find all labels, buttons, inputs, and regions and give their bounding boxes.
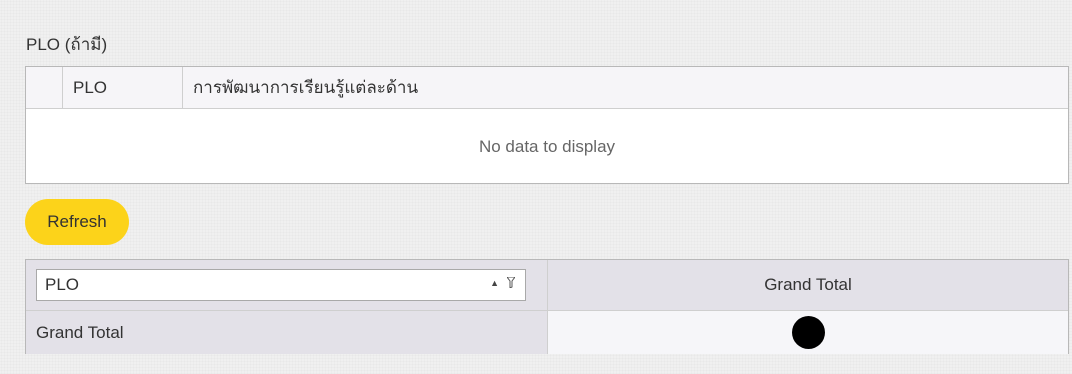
column-grand-total-header: Grand Total bbox=[548, 260, 1068, 310]
field-label: PLO bbox=[45, 275, 80, 294]
pivot-grid: PLO ▲ Grand Total Grand Total bbox=[25, 259, 1069, 354]
plo-grid: PLO การพัฒนาการเรียนรู้แต่ละด้าน No data… bbox=[25, 66, 1069, 184]
column-header-plo[interactable]: PLO bbox=[63, 67, 183, 108]
filter-icon[interactable] bbox=[507, 277, 515, 288]
row-area: PLO ▲ bbox=[26, 260, 548, 310]
sort-ascending-icon[interactable]: ▲ bbox=[490, 278, 499, 288]
cursor-dot bbox=[791, 316, 825, 349]
row-grand-total-header: Grand Total bbox=[26, 311, 548, 354]
section-title: PLO (ถ้ามี) bbox=[26, 35, 108, 54]
empty-message: No data to display bbox=[478, 136, 616, 156]
column-header-description[interactable]: การพัฒนาการเรียนรู้แต่ละด้าน bbox=[183, 67, 1068, 108]
pivot-data-row: Grand Total bbox=[26, 311, 1068, 354]
grand-total-cell bbox=[548, 311, 1068, 354]
select-column-header[interactable] bbox=[26, 67, 63, 108]
refresh-button[interactable]: Refresh bbox=[25, 199, 129, 245]
grid-header: PLO การพัฒนาการเรียนรู้แต่ละด้าน bbox=[26, 67, 1068, 109]
pivot-header-row: PLO ▲ Grand Total bbox=[26, 260, 1068, 311]
plo-field-button[interactable]: PLO ▲ bbox=[36, 269, 526, 301]
